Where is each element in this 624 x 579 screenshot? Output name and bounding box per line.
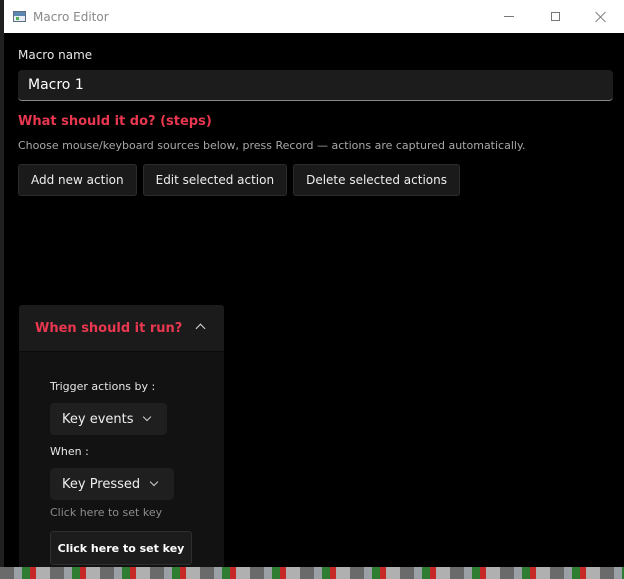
steps-section-title: What should it do? (steps) xyxy=(18,114,212,129)
close-button[interactable] xyxy=(578,0,624,33)
close-icon xyxy=(595,11,607,23)
title-bar[interactable]: Macro Editor xyxy=(4,0,624,33)
edit-action-button[interactable]: Edit selected action xyxy=(142,164,288,196)
set-key-button[interactable]: Click here to set key xyxy=(50,531,192,565)
chevron-down-icon xyxy=(149,477,159,487)
add-action-button[interactable]: Add new action xyxy=(18,164,137,196)
taskbar-strip xyxy=(0,567,624,579)
chevron-up-icon[interactable] xyxy=(195,323,206,334)
maximize-icon xyxy=(550,12,560,21)
window-title: Macro Editor xyxy=(33,9,109,24)
steps-help-text: Choose mouse/keyboard sources below, pre… xyxy=(18,139,526,152)
minimize-button[interactable] xyxy=(486,0,532,33)
trigger-type-dropdown[interactable]: Key events xyxy=(50,403,167,435)
chevron-down-icon xyxy=(142,412,152,422)
macro-name-input[interactable] xyxy=(18,70,613,101)
when-label: When : xyxy=(50,445,89,458)
trigger-type-value: Key events xyxy=(62,411,134,427)
trigger-section-title: When should it run? xyxy=(35,320,183,336)
delete-actions-button[interactable]: Delete selected actions xyxy=(293,164,460,196)
trigger-expander: When should it run? Trigger actions by :… xyxy=(19,305,224,567)
macro-editor-window: Macro Editor Macro name What should it d… xyxy=(4,0,624,567)
macro-name-label: Macro name xyxy=(18,48,93,62)
set-key-hint: Click here to set key xyxy=(50,506,163,519)
when-dropdown[interactable]: Key Pressed xyxy=(50,468,174,500)
minimize-icon xyxy=(504,16,514,17)
trigger-expander-header[interactable]: When should it run? xyxy=(19,305,224,352)
app-window-icon xyxy=(13,11,26,22)
maximize-button[interactable] xyxy=(532,0,578,33)
steps-toolbar: Add new action Edit selected action Dele… xyxy=(18,164,460,196)
window-controls xyxy=(486,0,624,33)
trigger-by-label: Trigger actions by : xyxy=(50,380,156,393)
when-value: Key Pressed xyxy=(62,476,141,492)
desktop-background: Macro Editor Macro name What should it d… xyxy=(0,0,624,579)
